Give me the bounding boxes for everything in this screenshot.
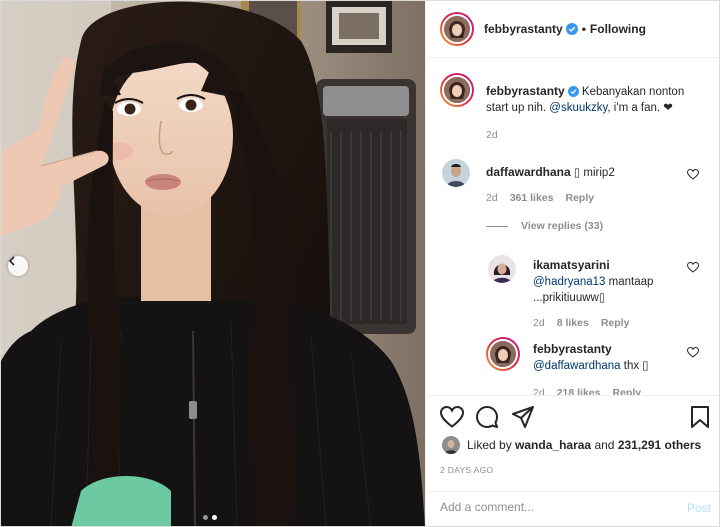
reply-like-heart-icon[interactable] — [687, 262, 699, 273]
reply-reply-button[interactable]: Reply — [612, 387, 641, 395]
comment-username[interactable]: daffawardhana — [486, 165, 571, 179]
chevron-left-icon — [8, 256, 15, 266]
reply-avatar[interactable] — [486, 337, 520, 371]
liked-by-user-link[interactable]: wanda_haraa — [515, 438, 591, 452]
add-comment-bar: Post — [426, 491, 719, 525]
like-heart-icon[interactable] — [440, 406, 464, 428]
post-header: febbyrastanty • Following — [426, 1, 719, 58]
reply-text: ikamatsyarini @hadryana13 mantaap ...pri… — [533, 257, 673, 306]
post-side-panel: febbyrastanty • Following febbyrastanty … — [425, 1, 719, 526]
post-photo[interactable] — [1, 1, 425, 526]
post-timestamp[interactable]: 2 DAYS AGO — [440, 465, 493, 475]
comment-avatar[interactable] — [442, 159, 470, 187]
verified-badge-icon — [565, 23, 578, 35]
post-comment-button[interactable]: Post — [687, 501, 711, 515]
view-replies-button[interactable]: View replies (33) — [486, 220, 603, 232]
carousel-indicator — [203, 515, 217, 520]
instagram-post-modal: febbyrastanty • Following febbyrastanty … — [0, 0, 720, 527]
liked-by-avatar[interactable] — [442, 436, 460, 454]
photo-illustration — [1, 1, 425, 526]
comment-text: daffawardhana ▯ mirip2 — [486, 164, 676, 181]
reply-text: febbyrastanty @daffawardhana thx ▯ — [533, 341, 683, 374]
carousel-dot-active — [212, 515, 217, 520]
comment-body: ▯ mirip2 — [573, 167, 615, 179]
caption-text: febbyrastanty Kebanyakan nonton start up… — [486, 83, 701, 116]
caption-time: 2d — [486, 129, 498, 141]
caption-body-end: , i'm a fan. ❤ — [607, 102, 673, 114]
liked-by-prefix: Liked by — [467, 438, 512, 452]
reply-username[interactable]: febbyrastanty — [533, 342, 612, 356]
reply-likes-count[interactable]: 218 likes — [557, 387, 601, 395]
comment-reply-button[interactable]: Reply — [565, 192, 594, 204]
header-avatar[interactable] — [440, 12, 474, 46]
reply-avatar[interactable] — [488, 255, 516, 283]
reply-body: mantaap — [608, 276, 654, 288]
likes-count-link[interactable]: 231,291 others — [618, 438, 701, 452]
comment-time: 2d — [486, 192, 498, 204]
comment-meta: 2d 361 likes Reply — [486, 192, 594, 204]
comments-list[interactable]: febbyrastanty Kebanyakan nonton start up… — [426, 59, 719, 395]
caption-username[interactable]: febbyrastanty — [486, 84, 565, 98]
share-icon[interactable] — [512, 406, 534, 428]
reply-mention-link[interactable]: @daffawardhana — [533, 360, 621, 372]
caption-mention-link[interactable]: @skuukzky — [549, 102, 607, 114]
verified-badge-icon — [567, 86, 579, 97]
header-username[interactable]: febbyrastanty — [484, 22, 563, 36]
view-replies-label: View replies (33) — [521, 220, 604, 232]
reply-username[interactable]: ikamatsyarini — [533, 258, 610, 272]
carousel-dot — [203, 515, 208, 520]
reply-like-heart-icon[interactable] — [687, 347, 699, 358]
reply-reply-button[interactable]: Reply — [601, 317, 630, 329]
comment-input[interactable] — [440, 500, 660, 514]
reply-body-line2: ...prikitiuuww▯ — [533, 292, 606, 304]
comment-like-heart-icon[interactable] — [687, 169, 699, 180]
bookmark-icon[interactable] — [690, 406, 710, 429]
view-replies-line — [486, 225, 508, 227]
post-actions-section: Liked by wanda_haraa and 231,291 others … — [426, 395, 719, 525]
caption-avatar[interactable] — [440, 73, 474, 107]
reply-meta: 2d 8 likes Reply — [533, 317, 629, 329]
reply-body: thx ▯ — [623, 360, 649, 372]
comment-likes-count[interactable]: 361 likes — [510, 192, 554, 204]
reply-mention-link[interactable]: @hadryana13 — [533, 276, 605, 288]
reply-time: 2d — [533, 317, 545, 329]
header-separator: • — [581, 22, 586, 36]
comment-icon[interactable] — [476, 406, 498, 428]
avatar-image — [444, 16, 470, 42]
following-button[interactable]: Following — [590, 22, 646, 36]
reply-meta: 2d 218 likes Reply — [533, 387, 641, 395]
avatar-image — [490, 341, 516, 367]
avatar-image — [444, 77, 470, 103]
reply-likes-count[interactable]: 8 likes — [557, 317, 589, 329]
liked-by-line: Liked by wanda_haraa and 231,291 others — [442, 436, 701, 454]
reply-time: 2d — [533, 387, 545, 395]
caption-meta: 2d — [486, 129, 498, 141]
liked-by-middle: and — [594, 438, 615, 452]
carousel-prev-button[interactable] — [8, 256, 28, 276]
